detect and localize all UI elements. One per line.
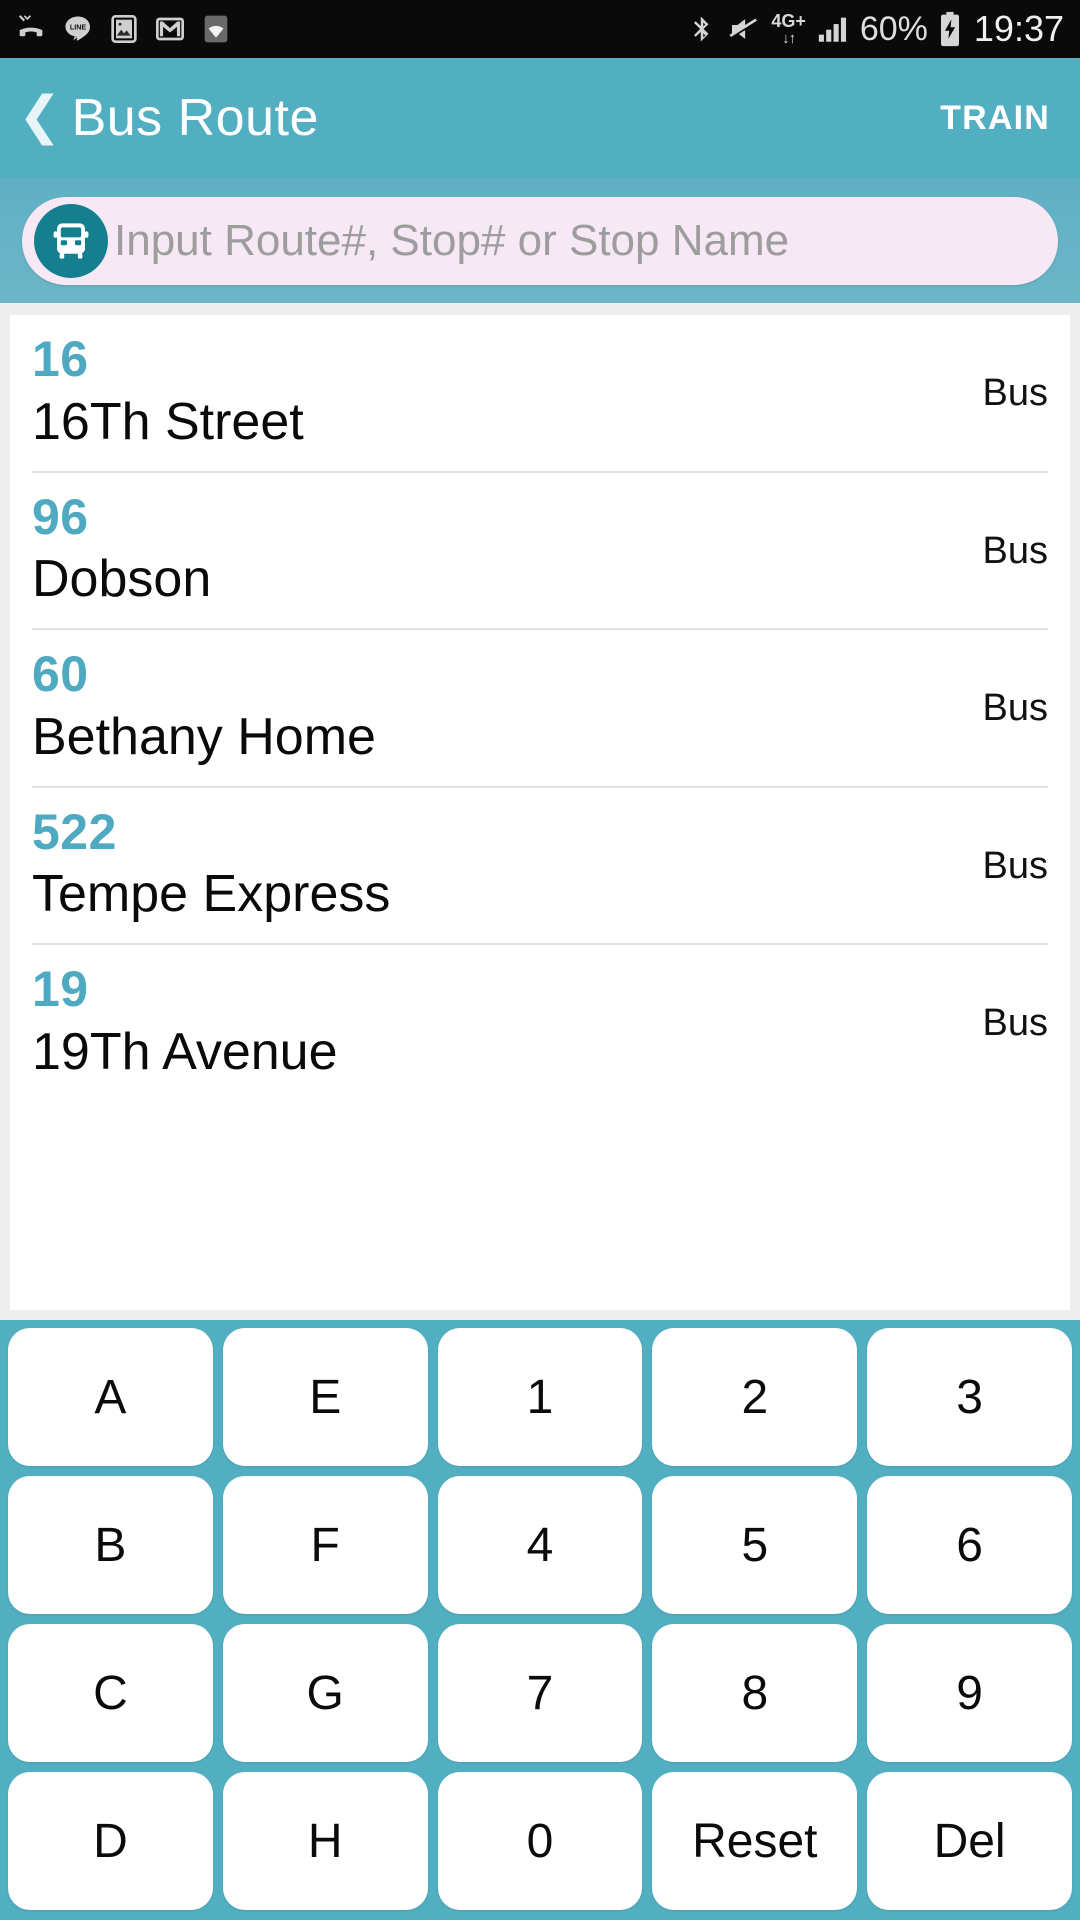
- bluetooth-icon: [687, 12, 717, 46]
- route-list-item[interactable]: 16 16Th Street Bus: [32, 315, 1048, 473]
- route-name: Bethany Home: [32, 707, 376, 766]
- key-del[interactable]: Del: [867, 1772, 1072, 1910]
- route-type-label: Bus: [982, 372, 1048, 415]
- key-reset[interactable]: Reset: [652, 1772, 858, 1910]
- route-list-item[interactable]: 60 Bethany Home Bus: [32, 630, 1048, 788]
- key-3[interactable]: 3: [867, 1328, 1072, 1466]
- svg-text:LINE: LINE: [70, 22, 87, 31]
- key-1[interactable]: 1: [437, 1328, 643, 1466]
- key-h[interactable]: H: [222, 1772, 428, 1910]
- keypad-row: BF456: [8, 1476, 1072, 1614]
- key-e[interactable]: E: [222, 1328, 428, 1466]
- key-8[interactable]: 8: [652, 1624, 858, 1762]
- status-bar: LINE 4G+ ↓↑ 60% 19:37: [0, 0, 1080, 58]
- keypad: A E 1 2 3 B F 4 5 6 C G 7 8 9 D H 0 Reset Del: [0, 1320, 1080, 1920]
- route-number: 19: [32, 961, 89, 1017]
- route-list-item[interactable]: 19 19Th Avenue Bus: [32, 945, 1048, 1101]
- signal-bars-icon: [816, 12, 850, 46]
- key-c[interactable]: C: [8, 1624, 213, 1762]
- gmail-icon: [154, 13, 186, 45]
- volume-mute-icon: [727, 12, 761, 46]
- key-9[interactable]: 9: [867, 1624, 1072, 1762]
- route-info: 16 16Th Street: [32, 333, 963, 455]
- route-list: 16 16Th Street Bus 96 Dobson Bus 60 Bethany Hom…: [10, 315, 1070, 1310]
- key-2[interactable]: 2: [652, 1328, 858, 1466]
- key-b[interactable]: B: [8, 1476, 213, 1614]
- route-list-item[interactable]: 522 Tempe Express Bus: [32, 788, 1048, 945]
- route-info: 96 Dobson: [32, 488, 963, 613]
- route-name: Dobson: [32, 550, 212, 608]
- network-type-label: 4G+: [771, 11, 806, 31]
- key-f[interactable]: F: [222, 1476, 428, 1614]
- search-placeholder-text: Input Route#, Stop# or Stop Name: [114, 215, 790, 265]
- route-name: 16Th Street: [32, 392, 304, 451]
- route-info: 522 Tempe Express: [32, 803, 963, 928]
- route-name: Tempe Express: [32, 865, 391, 923]
- key-6[interactable]: 6: [867, 1476, 1072, 1614]
- data-transfer-arrows: ↓↑: [782, 30, 796, 47]
- route-list-item[interactable]: 96 Dobson Bus: [32, 473, 1048, 630]
- route-number: 522: [32, 803, 117, 860]
- page-title: Bus Route: [71, 89, 319, 147]
- battery-percent-label: 60%: [859, 9, 928, 48]
- route-number: 60: [32, 646, 89, 702]
- route-number: 16: [32, 331, 89, 387]
- route-type-label: Bus: [982, 529, 1048, 572]
- bus-icon: [34, 203, 108, 278]
- key-4[interactable]: 4: [437, 1476, 643, 1614]
- key-a[interactable]: A: [8, 1328, 213, 1466]
- route-type-label: Bus: [982, 1002, 1048, 1045]
- battery-charging-icon: [938, 11, 962, 47]
- app-root: LINE 4G+ ↓↑ 60% 19:37 ❮ Bus Route TRAIN …: [0, 0, 1080, 1920]
- key-g[interactable]: G: [222, 1624, 428, 1762]
- route-info: 19 19Th Avenue: [32, 963, 963, 1085]
- route-type-label: Bus: [982, 687, 1048, 730]
- key-5[interactable]: 5: [652, 1476, 858, 1614]
- search-input[interactable]: Input Route#, Stop# or Stop Name: [22, 196, 1058, 285]
- train-tab-button[interactable]: TRAIN: [940, 99, 1050, 138]
- line-app-icon: LINE: [62, 13, 94, 45]
- route-number: 96: [32, 488, 89, 545]
- clock-label: 19:37: [973, 8, 1064, 49]
- wifi-icon: [200, 13, 232, 45]
- search-area: Input Route#, Stop# or Stop Name: [0, 178, 1080, 303]
- key-7[interactable]: 7: [437, 1624, 643, 1762]
- status-bar-system: 4G+ ↓↑ 60% 19:37: [687, 8, 1064, 50]
- keypad-row: CG789: [8, 1624, 1072, 1762]
- keypad-row: D H 0 Reset Del: [8, 1772, 1072, 1910]
- key-0[interactable]: 0: [437, 1772, 643, 1910]
- route-type-label: Bus: [982, 844, 1048, 887]
- route-name: 19Th Avenue: [32, 1022, 338, 1081]
- status-bar-notifications: LINE: [14, 12, 232, 46]
- key-d[interactable]: D: [8, 1772, 213, 1910]
- gallery-icon: [108, 13, 140, 45]
- keypad-row: AE123: [8, 1328, 1072, 1466]
- missed-call-icon: [14, 12, 48, 46]
- app-header: ❮ Bus Route TRAIN: [0, 58, 1080, 178]
- route-info: 60 Bethany Home: [32, 648, 963, 770]
- back-chevron-icon[interactable]: ❮: [18, 90, 62, 142]
- results-area: 16 16Th Street Bus 96 Dobson Bus 60 Bethany Hom…: [0, 303, 1080, 1320]
- network-type-indicator: 4G+ ↓↑: [771, 12, 806, 46]
